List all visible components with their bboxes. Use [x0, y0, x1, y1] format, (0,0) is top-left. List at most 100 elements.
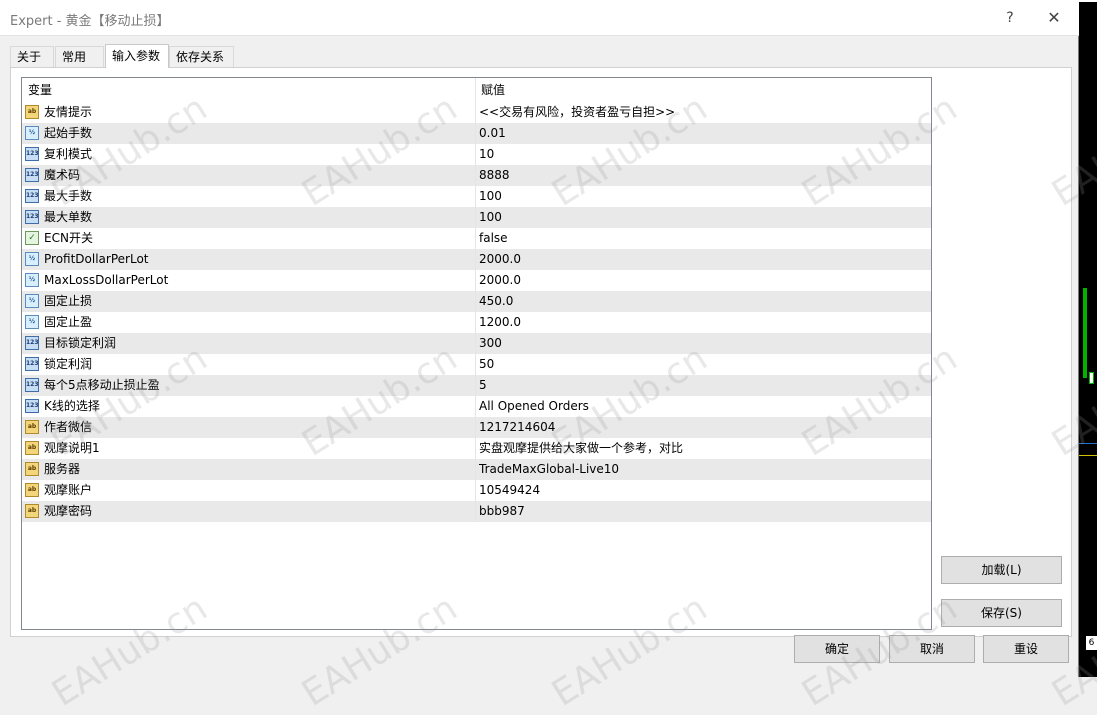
table-row[interactable]: ab 作者微信 1217214604 [22, 417, 931, 438]
parameter-name-cell[interactable]: ✓ ECN开关 [22, 228, 476, 249]
parameter-value-cell[interactable]: 1200.0 [476, 312, 931, 333]
parameter-value-cell[interactable]: 1217214604 [476, 417, 931, 438]
table-row[interactable]: 123 每个5点移动止损止盈 5 [22, 375, 931, 396]
integer-param-icon: 123 [25, 210, 39, 224]
parameter-name-cell[interactable]: ½ 起始手数 [22, 123, 476, 144]
table-row[interactable]: ½ 固定止盈 1200.0 [22, 312, 931, 333]
parameter-value-cell[interactable]: 10 [476, 144, 931, 165]
parameter-name-cell[interactable]: ½ MaxLossDollarPerLot [22, 270, 476, 291]
table-row[interactable]: ½ MaxLossDollarPerLot 2000.0 [22, 270, 931, 291]
parameter-name: 固定止盈 [44, 315, 93, 329]
chart-strip-label: 6 [1086, 636, 1097, 650]
parameter-value-cell[interactable]: 450.0 [476, 291, 931, 312]
table-row[interactable]: 123 复利模式 10 [22, 144, 931, 165]
parameter-name-cell[interactable]: ½ ProfitDollarPerLot [22, 249, 476, 270]
parameter-name: 固定止损 [44, 294, 93, 308]
column-header-variable[interactable]: 变量 [22, 78, 476, 102]
string-param-icon: ab [25, 420, 39, 434]
double-param-icon: ½ [25, 126, 39, 140]
parameter-name-cell[interactable]: ab 服务器 [22, 459, 476, 480]
parameter-name-cell[interactable]: 123 每个5点移动止损止盈 [22, 375, 476, 396]
chart-strip-top-edge [1079, 0, 1097, 2]
table-row[interactable]: ab 观摩账户 10549424 [22, 480, 931, 501]
load-button[interactable]: 加载(L) [941, 556, 1062, 584]
parameter-name-cell[interactable]: 123 K线的选择 [22, 396, 476, 417]
bool-param-icon: ✓ [25, 231, 39, 245]
parameter-name-cell[interactable]: 123 最大手数 [22, 186, 476, 207]
parameter-value-cell[interactable]: 100 [476, 186, 931, 207]
parameter-name: 最大手数 [44, 189, 93, 203]
cancel-button[interactable]: 取消 [889, 635, 975, 663]
parameter-name: 起始手数 [44, 126, 93, 140]
parameter-name-cell[interactable]: 123 魔术码 [22, 165, 476, 186]
parameter-value-cell[interactable]: false [476, 228, 931, 249]
parameter-name-cell[interactable]: ab 观摩账户 [22, 480, 476, 501]
parameter-value-cell[interactable]: All Opened Orders [476, 396, 931, 417]
grid-header: 变量 赋值 [22, 78, 931, 102]
parameter-name-cell[interactable]: ab 观摩密码 [22, 501, 476, 522]
parameter-name-cell[interactable]: ab 作者微信 [22, 417, 476, 438]
parameter-name: 观摩账户 [44, 483, 93, 497]
integer-param-icon: 123 [25, 147, 39, 161]
parameter-value-cell[interactable]: 2000.0 [476, 270, 931, 291]
price-level-blue [1079, 443, 1097, 444]
table-row[interactable]: ½ 固定止损 450.0 [22, 291, 931, 312]
bear-candle [1089, 372, 1094, 384]
window-title: Expert - 黄金【移动止损】 [10, 14, 170, 29]
parameter-name-cell[interactable]: ½ 固定止盈 [22, 312, 476, 333]
table-row[interactable]: 123 K线的选择 All Opened Orders [22, 396, 931, 417]
ok-button[interactable]: 确定 [794, 635, 880, 663]
parameter-name-cell[interactable]: 123 最大单数 [22, 207, 476, 228]
reset-button[interactable]: 重设 [983, 635, 1069, 663]
tab-inputs[interactable]: 输入参数 [105, 44, 169, 68]
table-row[interactable]: 123 最大单数 100 [22, 207, 931, 228]
parameter-value-cell[interactable]: 实盘观摩提供给大家做一个参考，对比 [476, 438, 931, 459]
parameter-name-cell[interactable]: ab 观摩说明1 [22, 438, 476, 459]
table-row[interactable]: ½ 起始手数 0.01 [22, 123, 931, 144]
save-button[interactable]: 保存(S) [941, 599, 1062, 627]
parameter-name-cell[interactable]: 123 目标锁定利润 [22, 333, 476, 354]
string-param-icon: ab [25, 105, 39, 119]
parameter-name: 作者微信 [44, 420, 93, 434]
title-bar: Expert - 黄金【移动止损】 ? ✕ [0, 0, 1079, 36]
table-row[interactable]: ab 友情提示 <<交易有风险，投资者盈亏自担>> [22, 102, 931, 123]
table-row[interactable]: 123 最大手数 100 [22, 186, 931, 207]
parameter-name: ECN开关 [44, 231, 93, 245]
table-row[interactable]: ab 服务器 TradeMaxGlobal-Live10 [22, 459, 931, 480]
parameter-value-cell[interactable]: TradeMaxGlobal-Live10 [476, 459, 931, 480]
parameter-name-cell[interactable]: ½ 固定止损 [22, 291, 476, 312]
tab-common[interactable]: 常用 [55, 46, 104, 67]
help-icon[interactable]: ? [1000, 8, 1020, 28]
parameter-value-cell[interactable]: 300 [476, 333, 931, 354]
parameter-value-cell[interactable]: bbb987 [476, 501, 931, 522]
table-row[interactable]: 123 魔术码 8888 [22, 165, 931, 186]
string-param-icon: ab [25, 483, 39, 497]
parameter-value-cell[interactable]: 10549424 [476, 480, 931, 501]
parameters-grid: 变量 赋值 ab 友情提示 <<交易有风险，投资者盈亏自担>> ½ 起始手数 0.01 12… [21, 77, 932, 630]
parameter-name: 友情提示 [44, 105, 93, 119]
tab-dependencies[interactable]: 依存关系 [169, 46, 234, 67]
table-row[interactable]: ½ ProfitDollarPerLot 2000.0 [22, 249, 931, 270]
table-row[interactable]: ab 观摩密码 bbb987 [22, 501, 931, 522]
parameter-name: 服务器 [44, 462, 81, 476]
parameter-value-cell[interactable]: 50 [476, 354, 931, 375]
close-icon[interactable]: ✕ [1043, 8, 1065, 28]
parameter-name-cell[interactable]: 123 锁定利润 [22, 354, 476, 375]
parameter-name-cell[interactable]: 123 复利模式 [22, 144, 476, 165]
double-param-icon: ½ [25, 294, 39, 308]
parameter-value-cell[interactable]: 100 [476, 207, 931, 228]
parameter-value-cell[interactable]: 5 [476, 375, 931, 396]
parameter-name: 目标锁定利润 [44, 336, 117, 350]
parameter-value-cell[interactable]: 8888 [476, 165, 931, 186]
parameter-value-cell[interactable]: <<交易有风险，投资者盈亏自担>> [476, 102, 931, 123]
parameter-name-cell[interactable]: ab 友情提示 [22, 102, 476, 123]
parameter-value-cell[interactable]: 0.01 [476, 123, 931, 144]
parameter-value-cell[interactable]: 2000.0 [476, 249, 931, 270]
table-row[interactable]: ab 观摩说明1 实盘观摩提供给大家做一个参考，对比 [22, 438, 931, 459]
tab-about[interactable]: 关于 [10, 46, 54, 67]
table-row[interactable]: ✓ ECN开关 false [22, 228, 931, 249]
string-param-icon: ab [25, 462, 39, 476]
table-row[interactable]: 123 目标锁定利润 300 [22, 333, 931, 354]
column-header-value[interactable]: 赋值 [476, 78, 931, 102]
table-row[interactable]: 123 锁定利润 50 [22, 354, 931, 375]
